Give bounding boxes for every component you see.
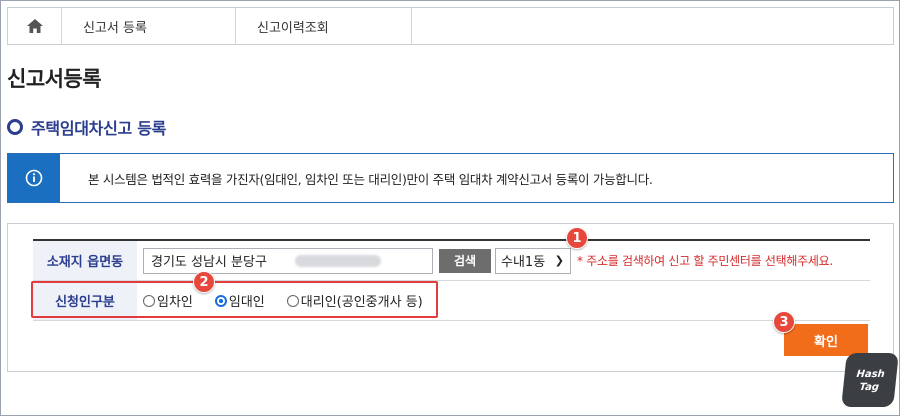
address-input[interactable]: 경기도 성남시 분당구 xyxy=(143,247,433,274)
notice-box: 본 시스템은 법적인 효력을 가진자(임대인, 임차인 또는 대리인)만이 주택… xyxy=(7,153,894,203)
notice-text: 본 시스템은 법적인 효력을 가진자(임대인, 임차인 또는 대리인)만이 주택… xyxy=(88,171,653,187)
section-title: 주택임대차신고 등록 xyxy=(7,115,166,139)
svg-text:Hash: Hash xyxy=(856,369,885,380)
hashtag-logo: Hash Tag xyxy=(841,353,899,407)
svg-text:Tag: Tag xyxy=(859,382,880,393)
redacted-address xyxy=(294,254,381,267)
applicant-row-highlight xyxy=(31,281,438,318)
address-row: 소재지 읍면동 경기도 성남시 분당구 검색 수내1동 ❯ * 주소를 검색하여… xyxy=(33,241,870,281)
breadcrumb: 신고서 등록 신고이력조회 xyxy=(7,7,894,45)
chevron-down-icon: ❯ xyxy=(554,253,564,267)
address-label: 소재지 읍면동 xyxy=(33,241,137,280)
page-title: 신고서등록 xyxy=(7,67,102,91)
search-button[interactable]: 검색 xyxy=(439,248,491,273)
nav-history[interactable]: 신고이력조회 xyxy=(236,8,412,44)
address-value: 경기도 성남시 분당구 xyxy=(151,255,267,270)
hashtag-logo-mark: Hash Tag xyxy=(856,369,885,393)
circle-bullet-icon xyxy=(7,119,23,135)
step-badge-1: 1 xyxy=(566,227,588,249)
step-badge-3: 3 xyxy=(773,311,795,333)
address-hint: * 주소를 검색하여 신고 할 주민센터를 선택해주세요. xyxy=(577,254,833,268)
dong-select[interactable]: 수내1동 ❯ xyxy=(495,247,571,274)
home-icon xyxy=(26,19,43,33)
info-icon xyxy=(25,169,43,187)
dong-select-value: 수내1동 xyxy=(501,255,546,270)
nav-register[interactable]: 신고서 등록 xyxy=(62,8,236,44)
home-button[interactable] xyxy=(8,8,62,44)
info-icon-box xyxy=(8,154,60,202)
confirm-button[interactable]: 확인 xyxy=(784,324,868,356)
step-badge-2: 2 xyxy=(193,271,215,293)
section-title-text: 주택임대차신고 등록 xyxy=(31,119,167,138)
